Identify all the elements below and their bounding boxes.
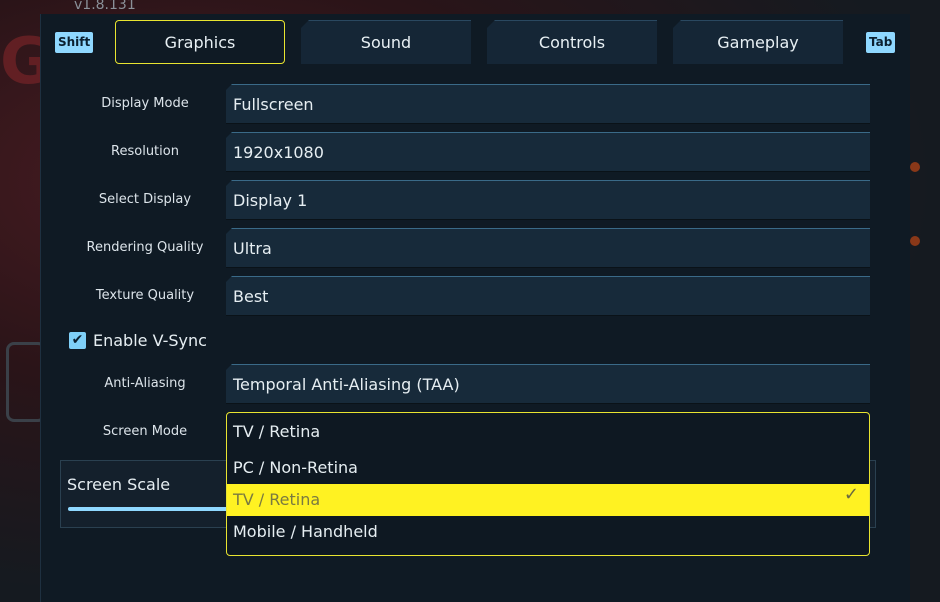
texture-quality-label: Texture Quality [95,288,195,303]
checkmark-icon: ✓ [843,484,859,505]
screen-mode-label: Screen Mode [102,424,188,439]
background-light [910,236,920,246]
rendering-quality-select[interactable]: Ultra [226,228,870,268]
screen-mode-option-label: TV / Retina [233,490,321,509]
tab-graphics[interactable]: Graphics [115,20,285,64]
resolution-select[interactable]: 1920x1080 [226,132,870,172]
texture-quality-select[interactable]: Best [226,276,870,316]
tab-controls[interactable]: Controls [487,20,657,64]
screen-mode-option-selected[interactable]: TV / Retina ✓ [227,484,869,516]
background-light [910,162,920,172]
select-display-label: Select Display [98,192,192,207]
select-display-select[interactable]: Display 1 [226,180,870,220]
display-mode-label: Display Mode [101,96,189,111]
vsync-label[interactable]: Enable V-Sync [93,331,207,350]
tab-sound[interactable]: Sound [301,20,471,64]
vsync-checkbox[interactable]: ✔ [69,332,86,349]
anti-aliasing-select[interactable]: Temporal Anti-Aliasing (TAA) [226,364,870,404]
screen-mode-option[interactable]: Mobile / Handheld [227,516,869,548]
display-mode-select[interactable]: Fullscreen [226,84,870,124]
screen-scale-label: Screen Scale [67,475,171,494]
version-label: v1.8.131 [74,0,136,13]
tab-gameplay[interactable]: Gameplay [673,20,843,64]
screen-scale-slider[interactable] [68,507,228,511]
screen-mode-current-value[interactable]: TV / Retina [233,422,320,441]
screen-mode-option[interactable]: PC / Non-Retina [227,452,869,484]
resolution-label: Resolution [111,144,179,159]
anti-aliasing-label: Anti-Aliasing [104,376,186,391]
prev-tab-hotkey: Shift [55,32,94,53]
rendering-quality-label: Rendering Quality [86,240,204,255]
next-tab-hotkey: Tab [866,32,896,53]
